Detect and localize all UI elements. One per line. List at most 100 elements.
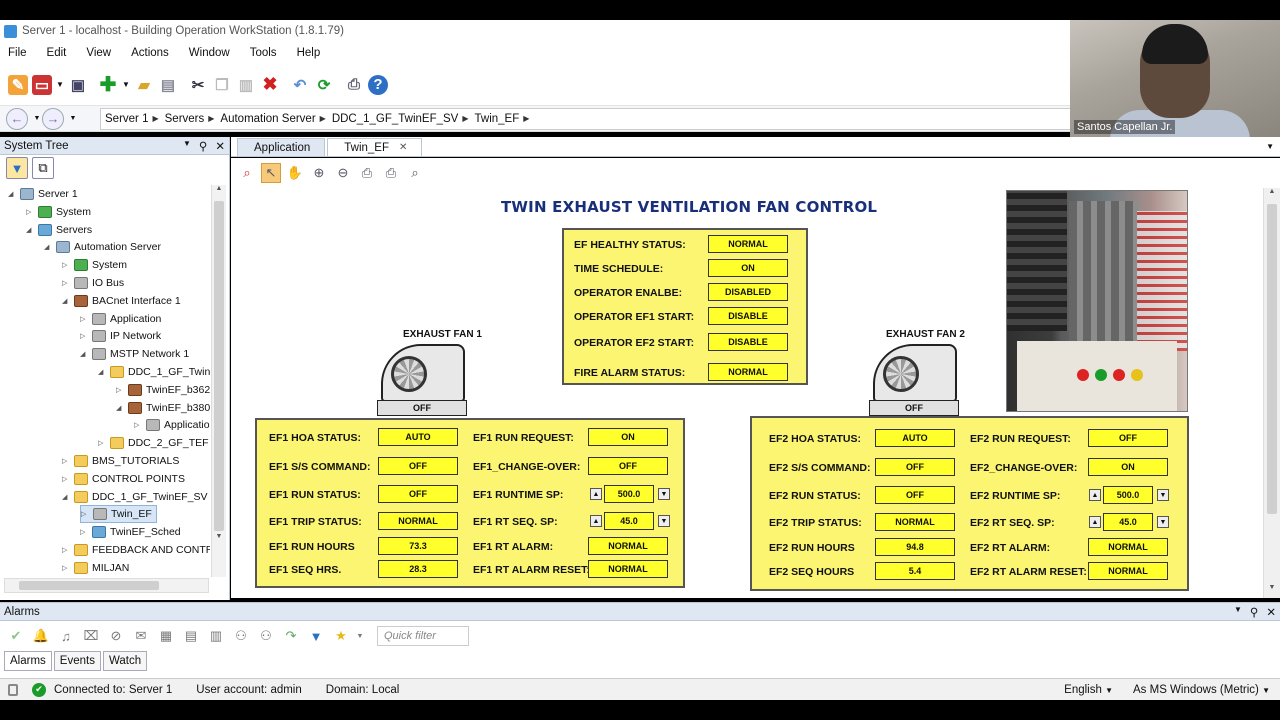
- collapsed-arrow-icon[interactable]: ▷: [134, 421, 144, 429]
- star-icon[interactable]: ★: [331, 626, 351, 646]
- tab-application[interactable]: Application: [237, 138, 326, 156]
- pin-icon[interactable]: ⚲: [199, 139, 207, 153]
- dropdown-arrow-icon[interactable]: ▼: [56, 75, 64, 95]
- tree-item[interactable]: ◢ Server 1: [8, 185, 78, 203]
- tree-item[interactable]: ◢ DDC_1_GF_TwinE: [98, 363, 210, 381]
- menu-help[interactable]: Help: [297, 47, 321, 59]
- tab-watch[interactable]: Watch: [102, 651, 148, 671]
- properties-icon[interactable]: ✎: [8, 74, 28, 95]
- workspace-icon[interactable]: ▭: [32, 74, 52, 95]
- refresh-icon[interactable]: ⟳: [314, 75, 334, 95]
- tree-item[interactable]: ▷ CONTROL POINTS: [62, 470, 185, 488]
- comment-icon[interactable]: ✉: [131, 626, 151, 646]
- collapsed-arrow-icon[interactable]: ▷: [62, 457, 72, 465]
- expanded-arrow-icon[interactable]: ◢: [116, 404, 126, 412]
- floppy-icon[interactable]: ▤: [158, 75, 178, 95]
- point-value[interactable]: DISABLE: [708, 333, 788, 351]
- expanded-arrow-icon[interactable]: ◢: [62, 493, 72, 501]
- point-value[interactable]: OFF: [1088, 429, 1168, 447]
- close-icon[interactable]: ✕: [399, 142, 407, 153]
- save-icon[interactable]: ▣: [68, 75, 88, 95]
- collapsed-arrow-icon[interactable]: ▷: [62, 546, 72, 554]
- breadcrumb-item[interactable]: Twin_EF: [475, 113, 520, 125]
- filter-icon[interactable]: ▼: [306, 626, 326, 646]
- tree-horizontal-scrollbar[interactable]: [4, 578, 209, 593]
- bell-outline-icon[interactable]: ♫: [56, 626, 76, 646]
- expanded-arrow-icon[interactable]: ◢: [98, 368, 108, 376]
- point-value[interactable]: ON: [588, 428, 668, 446]
- hide-icon[interactable]: ⊘: [106, 626, 126, 646]
- canvas-vertical-scrollbar[interactable]: ▲ ▼: [1263, 188, 1280, 598]
- copy-icon[interactable]: ❐: [212, 75, 232, 95]
- increment-icon[interactable]: ▲: [1089, 516, 1101, 528]
- acknowledge-icon[interactable]: ✔: [6, 626, 26, 646]
- open-folder-icon[interactable]: ▰: [134, 75, 154, 95]
- tab-twin-ef[interactable]: Twin_EF ✕: [327, 138, 423, 156]
- dropdown-arrow-icon[interactable]: ▼: [122, 75, 130, 95]
- dropdown-arrow-icon[interactable]: ▼: [34, 109, 41, 129]
- close-icon[interactable]: ✕: [215, 139, 225, 153]
- bell-icon[interactable]: 🔔: [31, 626, 51, 646]
- menu-edit[interactable]: Edit: [47, 47, 67, 59]
- collapsed-arrow-icon[interactable]: ▷: [80, 315, 90, 323]
- collapsed-arrow-icon[interactable]: ▷: [98, 439, 108, 447]
- point-value[interactable]: NORMAL: [875, 513, 955, 531]
- zoom-extent-icon[interactable]: ⌕: [237, 163, 257, 183]
- dropdown-arrow-icon[interactable]: ▼: [1266, 142, 1274, 151]
- scroll-up-icon[interactable]: ▲: [1264, 188, 1280, 202]
- collapsed-arrow-icon[interactable]: ▷: [62, 564, 72, 572]
- undo-icon[interactable]: ↶: [290, 75, 310, 95]
- point-value[interactable]: 5.4: [875, 562, 955, 580]
- point-value[interactable]: OFF: [875, 486, 955, 504]
- point-value[interactable]: ON: [708, 259, 788, 277]
- new-window-icon[interactable]: ⧉: [32, 157, 54, 179]
- lock-icon[interactable]: [8, 683, 18, 696]
- chevron-right-icon[interactable]: ▶: [462, 114, 468, 123]
- tree-item[interactable]: ▷ TwinEF_Sched: [80, 523, 181, 541]
- point-value[interactable]: 500.0: [604, 485, 654, 503]
- expanded-arrow-icon[interactable]: ◢: [62, 297, 72, 305]
- collapsed-arrow-icon[interactable]: ▷: [62, 475, 72, 483]
- tree-item[interactable]: ◢ MSTP Network 1: [80, 345, 189, 363]
- expanded-arrow-icon[interactable]: ◢: [26, 226, 36, 234]
- dropdown-arrow-icon[interactable]: ▼: [183, 139, 191, 153]
- tree-item[interactable]: ▷ MILJAN: [62, 559, 129, 577]
- find-user-2-icon[interactable]: ⚇: [256, 626, 276, 646]
- decrement-icon[interactable]: ▼: [658, 515, 670, 527]
- menu-actions[interactable]: Actions: [131, 47, 169, 59]
- tab-alarms[interactable]: Alarms: [4, 651, 52, 671]
- chevron-right-icon[interactable]: ▶: [152, 114, 158, 123]
- paste-icon[interactable]: ▥: [236, 75, 256, 95]
- pin-icon[interactable]: ⚲: [1250, 605, 1258, 619]
- zoom-out-icon[interactable]: ⊖: [333, 163, 353, 183]
- decrement-icon[interactable]: ▼: [658, 488, 670, 500]
- collapsed-arrow-icon[interactable]: ▷: [80, 332, 90, 340]
- decrement-icon[interactable]: ▼: [1157, 489, 1169, 501]
- redo-icon[interactable]: ↷: [281, 626, 301, 646]
- print-icon[interactable]: ⎙: [357, 163, 377, 183]
- quick-filter-input[interactable]: Quick filter: [377, 626, 469, 646]
- chevron-right-icon[interactable]: ▶: [523, 114, 529, 123]
- tree-item[interactable]: ◢ Servers: [26, 221, 92, 239]
- point-value[interactable]: AUTO: [378, 428, 458, 446]
- expanded-arrow-icon[interactable]: ◢: [8, 190, 18, 198]
- tree-item[interactable]: ◢ DDC_1_GF_TwinEF_SV: [62, 488, 208, 506]
- scroll-thumb[interactable]: [19, 581, 159, 590]
- point-value[interactable]: 500.0: [1103, 486, 1153, 504]
- point-value[interactable]: DISABLED: [708, 283, 788, 301]
- tab-events[interactable]: Events: [53, 651, 101, 671]
- back-icon[interactable]: ←: [6, 107, 28, 130]
- exhaust-fan-1-icon[interactable]: OFF: [377, 344, 467, 416]
- collapsed-arrow-icon[interactable]: ▷: [81, 510, 91, 518]
- tree-item[interactable]: ▷ IP Network: [80, 327, 161, 345]
- menu-window[interactable]: Window: [189, 47, 230, 59]
- point-value[interactable]: NORMAL: [588, 560, 668, 578]
- collapsed-arrow-icon[interactable]: ▷: [62, 279, 72, 287]
- print-icon[interactable]: ⎙: [344, 75, 364, 95]
- point-value[interactable]: NORMAL: [588, 537, 668, 555]
- point-value[interactable]: OFF: [378, 457, 458, 475]
- forward-icon[interactable]: →: [42, 107, 64, 130]
- point-value[interactable]: NORMAL: [378, 512, 458, 530]
- point-value[interactable]: OFF: [875, 458, 955, 476]
- zoom-in-icon[interactable]: ⊕: [309, 163, 329, 183]
